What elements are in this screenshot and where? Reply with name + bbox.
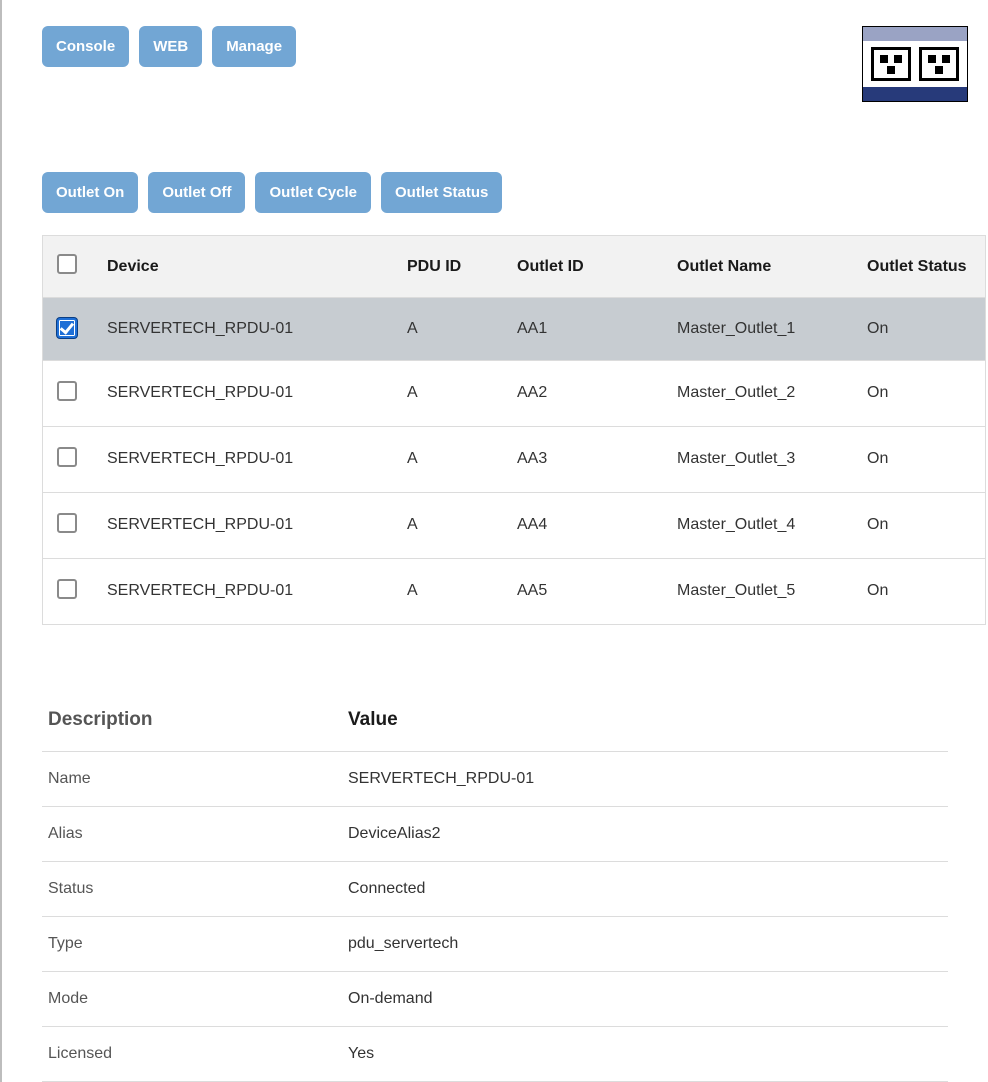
table-row[interactable]: SERVERTECH_RPDU-01 A AA2 Master_Outlet_2 On bbox=[43, 360, 985, 426]
table-row[interactable]: SERVERTECH_RPDU-01 A AA4 Master_Outlet_4 On bbox=[43, 492, 985, 558]
pdu-logo-icon bbox=[862, 26, 968, 102]
cell-device: SERVERTECH_RPDU-01 bbox=[107, 516, 293, 533]
description-section: Description Value Name SERVERTECH_RPDU-0… bbox=[42, 695, 988, 1082]
desc-row: Type pdu_servertech bbox=[42, 916, 948, 971]
desc-value: pdu_servertech bbox=[348, 935, 458, 952]
outlet-table: Device PDU ID Outlet ID Outlet Name Outl… bbox=[42, 235, 986, 625]
desc-value: SERVERTECH_RPDU-01 bbox=[348, 770, 534, 787]
desc-header-value: Value bbox=[348, 709, 398, 730]
desc-key: Type bbox=[48, 935, 83, 952]
web-button[interactable]: WEB bbox=[139, 26, 202, 67]
outlet-cycle-button[interactable]: Outlet Cycle bbox=[255, 172, 371, 213]
cell-outlet-name: Master_Outlet_1 bbox=[677, 320, 795, 337]
desc-value: Yes bbox=[348, 1045, 374, 1062]
select-all-checkbox[interactable] bbox=[57, 254, 77, 274]
desc-row: Licensed Yes bbox=[42, 1026, 948, 1081]
row-checkbox[interactable] bbox=[57, 381, 77, 401]
cell-outlet-name: Master_Outlet_5 bbox=[677, 582, 795, 599]
cell-outlet-name: Master_Outlet_4 bbox=[677, 516, 795, 533]
outlet-table-header-row: Device PDU ID Outlet ID Outlet Name Outl… bbox=[43, 236, 985, 298]
outlet-status-button[interactable]: Outlet Status bbox=[381, 172, 502, 213]
row-checkbox[interactable] bbox=[57, 318, 77, 338]
desc-value: DeviceAlias2 bbox=[348, 825, 440, 842]
desc-key: Licensed bbox=[48, 1045, 112, 1062]
desc-row: Status Connected bbox=[42, 861, 948, 916]
row-checkbox[interactable] bbox=[57, 513, 77, 533]
table-row[interactable]: SERVERTECH_RPDU-01 A AA1 Master_Outlet_1 On bbox=[43, 298, 985, 361]
cell-outlet-status: On bbox=[867, 582, 888, 599]
desc-key: Alias bbox=[48, 825, 83, 842]
cell-outlet-status: On bbox=[867, 384, 888, 401]
top-button-row: Console WEB Manage bbox=[42, 26, 296, 67]
cell-outlet-id: AA1 bbox=[517, 320, 547, 337]
desc-key: Status bbox=[48, 880, 93, 897]
console-button[interactable]: Console bbox=[42, 26, 129, 67]
top-bar: Console WEB Manage bbox=[42, 26, 988, 102]
cell-device: SERVERTECH_RPDU-01 bbox=[107, 582, 293, 599]
outlet-on-button[interactable]: Outlet On bbox=[42, 172, 138, 213]
cell-pdu-id: A bbox=[407, 384, 418, 401]
col-outlet-status: Outlet Status bbox=[867, 258, 967, 275]
cell-pdu-id: A bbox=[407, 516, 418, 533]
cell-outlet-name: Master_Outlet_2 bbox=[677, 384, 795, 401]
desc-key: Mode bbox=[48, 990, 88, 1007]
manage-button[interactable]: Manage bbox=[212, 26, 296, 67]
cell-pdu-id: A bbox=[407, 320, 418, 337]
desc-key: Name bbox=[48, 770, 91, 787]
col-outlet-name: Outlet Name bbox=[677, 258, 771, 275]
cell-outlet-id: AA4 bbox=[517, 516, 547, 533]
cell-outlet-status: On bbox=[867, 450, 888, 467]
desc-row: Name SERVERTECH_RPDU-01 bbox=[42, 751, 948, 806]
row-checkbox[interactable] bbox=[57, 579, 77, 599]
cell-device: SERVERTECH_RPDU-01 bbox=[107, 384, 293, 401]
cell-outlet-id: AA2 bbox=[517, 384, 547, 401]
outlet-off-button[interactable]: Outlet Off bbox=[148, 172, 245, 213]
outlet-action-row: Outlet On Outlet Off Outlet Cycle Outlet… bbox=[42, 172, 988, 213]
cell-outlet-id: AA5 bbox=[517, 582, 547, 599]
cell-outlet-name: Master_Outlet_3 bbox=[677, 450, 795, 467]
cell-outlet-id: AA3 bbox=[517, 450, 547, 467]
cell-device: SERVERTECH_RPDU-01 bbox=[107, 450, 293, 467]
table-row[interactable]: SERVERTECH_RPDU-01 A AA3 Master_Outlet_3 On bbox=[43, 426, 985, 492]
cell-pdu-id: A bbox=[407, 450, 418, 467]
table-row[interactable]: SERVERTECH_RPDU-01 A AA5 Master_Outlet_5 On bbox=[43, 558, 985, 624]
desc-value: On-demand bbox=[348, 990, 433, 1007]
cell-outlet-status: On bbox=[867, 516, 888, 533]
cell-device: SERVERTECH_RPDU-01 bbox=[107, 320, 293, 337]
row-checkbox[interactable] bbox=[57, 447, 77, 467]
cell-pdu-id: A bbox=[407, 582, 418, 599]
desc-row: Alias DeviceAlias2 bbox=[42, 806, 948, 861]
col-device: Device bbox=[107, 258, 159, 275]
col-pdu-id: PDU ID bbox=[407, 258, 461, 275]
cell-outlet-status: On bbox=[867, 320, 888, 337]
desc-header-key: Description bbox=[48, 709, 153, 730]
col-outlet-id: Outlet ID bbox=[517, 258, 584, 275]
desc-value: Connected bbox=[348, 880, 425, 897]
desc-row: Mode On-demand bbox=[42, 971, 948, 1026]
